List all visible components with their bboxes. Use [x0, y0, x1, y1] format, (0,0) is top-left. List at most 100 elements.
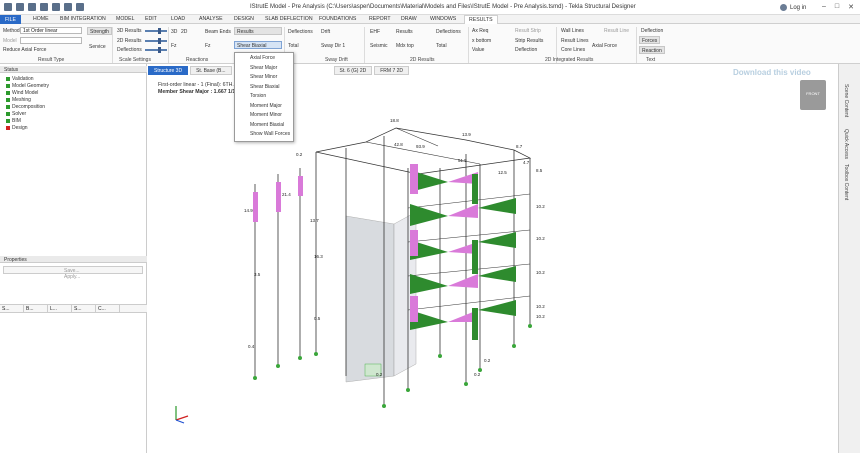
dropdown-item-show-wall-forces[interactable]: Show Wall Forces [235, 129, 293, 139]
method-select[interactable]: 1st Order linear [20, 27, 82, 34]
apply-button[interactable]: Apply... [64, 274, 80, 280]
side-tab-quick-access[interactable]: Quick Access [843, 129, 849, 159]
tab-slab-deflection[interactable]: SLAB DEFLECTION [265, 16, 313, 22]
x-bottom-select[interactable]: x bottom [472, 38, 491, 44]
open-icon[interactable] [28, 3, 36, 11]
dropdown-item-axial-force[interactable]: Axial Force [235, 53, 293, 63]
dropdown-item-torsion[interactable]: Torsion [235, 91, 293, 101]
strip-results-button[interactable]: Strip Results [515, 38, 543, 44]
beam-ends-button[interactable]: Beam Ends [205, 29, 231, 35]
panel-tab[interactable]: L... [48, 305, 72, 312]
total-2d-select[interactable]: Total [436, 43, 447, 49]
save-icon[interactable] [40, 3, 48, 11]
group-2d-integrated-results: 2D Integrated Results [545, 57, 594, 63]
result-lines-button[interactable]: Result Lines [561, 38, 589, 44]
value-label: 93.9 [416, 144, 425, 149]
result-line-button[interactable]: Result Line [604, 28, 629, 34]
tab-design[interactable]: DESIGN [234, 16, 254, 22]
tab-model[interactable]: MODEL [116, 16, 134, 22]
ribbon-divider [112, 27, 113, 63]
tab-bim-integration[interactable]: BIM INTEGRATION [60, 16, 106, 22]
tab-report[interactable]: REPORT [369, 16, 391, 22]
results-select[interactable]: Results [234, 27, 282, 35]
ribbon-divider [468, 27, 469, 63]
status-item[interactable]: BIM [6, 118, 21, 124]
results-2d-button[interactable]: Results [396, 29, 413, 35]
side-tab-toolbox[interactable]: Toolbox Content [843, 164, 849, 200]
ehf-button[interactable]: EHF [370, 29, 380, 35]
app-icon[interactable] [4, 3, 12, 11]
deflection-select[interactable]: Deflection [515, 47, 537, 53]
redo-icon[interactable] [64, 3, 72, 11]
value-label: 0.2 [474, 372, 481, 377]
ax-req-select[interactable]: Ax Req [472, 28, 488, 34]
model-select[interactable] [20, 37, 82, 44]
tab-edit[interactable]: EDIT [145, 16, 157, 22]
side-tab-scene-content[interactable]: Scene Content [843, 84, 849, 117]
panel-tab[interactable]: S... [72, 305, 96, 312]
mdx-top-select[interactable]: Mdx top [396, 43, 414, 49]
panel-tab[interactable]: C... [96, 305, 120, 312]
fz-select-2[interactable]: Fz [205, 43, 211, 49]
dropdown-item-moment-biaxial[interactable]: Moment Biaxial [235, 120, 293, 130]
undo-icon[interactable] [52, 3, 60, 11]
dropdown-item-shear-major[interactable]: Shear Major [235, 63, 293, 73]
service-button[interactable]: Service [89, 44, 106, 50]
wall-lines-button[interactable]: Wall Lines [561, 28, 584, 34]
status-item[interactable]: Design [6, 125, 28, 131]
window-title: IStrutE Model - Pre Analysis (C:\Users\a… [250, 4, 636, 10]
panel-tab[interactable]: B... [24, 305, 48, 312]
reduce-axial-checkbox[interactable]: Reduce Axial Force [3, 47, 46, 53]
status-item[interactable]: Meshing [6, 97, 31, 103]
scale-slider-deflections[interactable] [145, 47, 167, 53]
minimize-button[interactable]: – [822, 3, 826, 11]
seismic-button[interactable]: Seismic [370, 43, 388, 49]
scale-slider-2d[interactable] [145, 38, 167, 44]
tab-foundations[interactable]: FOUNDATIONS [319, 16, 356, 22]
axial-force-select[interactable]: Axial Force [592, 43, 617, 49]
deflection-text-button[interactable]: Deflection [641, 28, 663, 34]
tab-draw[interactable]: DRAW [401, 16, 417, 22]
deflections-2d-button[interactable]: Deflections [436, 29, 461, 35]
status-item[interactable]: Validation [6, 76, 34, 82]
value-select[interactable]: Value [472, 47, 484, 53]
login-button[interactable]: Log in [780, 4, 806, 11]
dropdown-item-moment-major[interactable]: Moment Major [235, 101, 293, 111]
status-item[interactable]: Model Geometry [6, 83, 49, 89]
strength-button[interactable]: Strength [87, 27, 112, 35]
result-strip-button[interactable]: Result Strip [515, 28, 541, 34]
drift-button[interactable]: Drift [321, 29, 330, 35]
check-icon [6, 105, 10, 109]
tab-windows[interactable]: WINDOWS [430, 16, 456, 22]
status-item[interactable]: Decomposition [6, 104, 45, 110]
sway-dir-select[interactable]: Sway Dir 1 [321, 43, 345, 49]
fz-select[interactable]: Fz [171, 43, 177, 49]
status-item[interactable]: Solver [6, 111, 26, 117]
total-select[interactable]: Total [288, 43, 299, 49]
panel-tab[interactable]: S... [0, 305, 24, 312]
print-icon[interactable] [76, 3, 84, 11]
view-2d-button[interactable]: 2D [181, 29, 187, 35]
value-label: 13.9 [462, 132, 471, 137]
maximize-button[interactable]: □ [835, 3, 839, 11]
view-3d-button[interactable]: 3D [171, 29, 177, 35]
group-sway-drift: Sway Drift [325, 57, 348, 63]
scale-slider-3d[interactable] [145, 28, 167, 34]
tab-home[interactable]: HOME [33, 16, 49, 22]
dropdown-item-shear-biaxial[interactable]: Shear Biaxial [235, 82, 293, 92]
tab-results[interactable]: RESULTS [464, 15, 498, 24]
forces-text-button[interactable]: Forces [639, 36, 661, 44]
tab-load[interactable]: LOAD [171, 16, 185, 22]
tab-analyse[interactable]: ANALYSE [199, 16, 223, 22]
close-button[interactable]: ✕ [848, 3, 854, 11]
dropdown-item-moment-minor[interactable]: Moment Minor [235, 110, 293, 120]
ribbon-divider [168, 27, 169, 63]
reaction-text-button[interactable]: Reaction [639, 46, 665, 54]
status-item[interactable]: Wind Model [6, 90, 38, 96]
tab-file[interactable]: FILE [0, 15, 21, 24]
new-icon[interactable] [16, 3, 24, 11]
result-type-select[interactable]: Shear Biaxial [234, 41, 282, 49]
dropdown-item-shear-minor[interactable]: Shear Minor [235, 72, 293, 82]
deflections-button[interactable]: Deflections [288, 29, 313, 35]
core-lines-button[interactable]: Core Lines [561, 47, 585, 53]
